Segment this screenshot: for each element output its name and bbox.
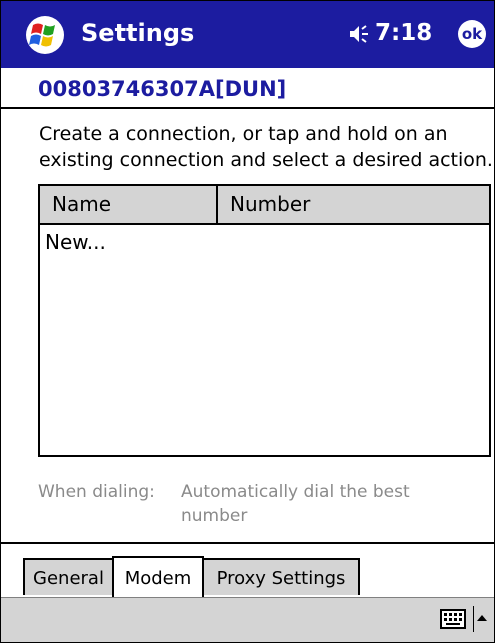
list-header: Name Number: [40, 186, 489, 225]
speaker-icon: [350, 25, 368, 43]
up-arrow-icon: [477, 615, 487, 621]
tab-modem[interactable]: Modem: [112, 556, 204, 597]
when-dialing-label: When dialing:: [38, 482, 155, 502]
instruction-text: Create a connection, or tap and hold on …: [39, 123, 493, 171]
tab-general[interactable]: General: [23, 558, 114, 595]
list-item-new[interactable]: New...: [43, 227, 106, 257]
ok-button[interactable]: ok: [458, 20, 486, 48]
column-header-number[interactable]: Number: [218, 186, 489, 223]
pocket-pc-screen: Settings 7:18 ok 00803746307A[DUN] Creat…: [0, 0, 495, 643]
start-menu-button[interactable]: [23, 15, 67, 55]
header-divider: [1, 107, 494, 109]
keyboard-icon: [440, 609, 466, 629]
volume-button[interactable]: [348, 23, 370, 45]
app-title: Settings: [81, 19, 195, 47]
connection-title: 00803746307A[DUN]: [38, 77, 287, 101]
command-bar: [1, 597, 494, 642]
column-header-name[interactable]: Name: [40, 186, 218, 223]
windows-flag-icon: [26, 16, 64, 54]
clock[interactable]: 7:18: [375, 17, 432, 49]
input-method-menu[interactable]: [473, 606, 490, 632]
tab-proxy-settings[interactable]: Proxy Settings: [202, 558, 360, 595]
when-dialing-value: Automatically dial the best number: [181, 482, 410, 526]
connection-list[interactable]: Name Number New...: [38, 184, 491, 457]
input-panel-button[interactable]: [440, 609, 466, 629]
tab-strip: General Modem Proxy Settings: [1, 544, 494, 597]
title-bar: Settings 7:18 ok: [1, 1, 494, 68]
